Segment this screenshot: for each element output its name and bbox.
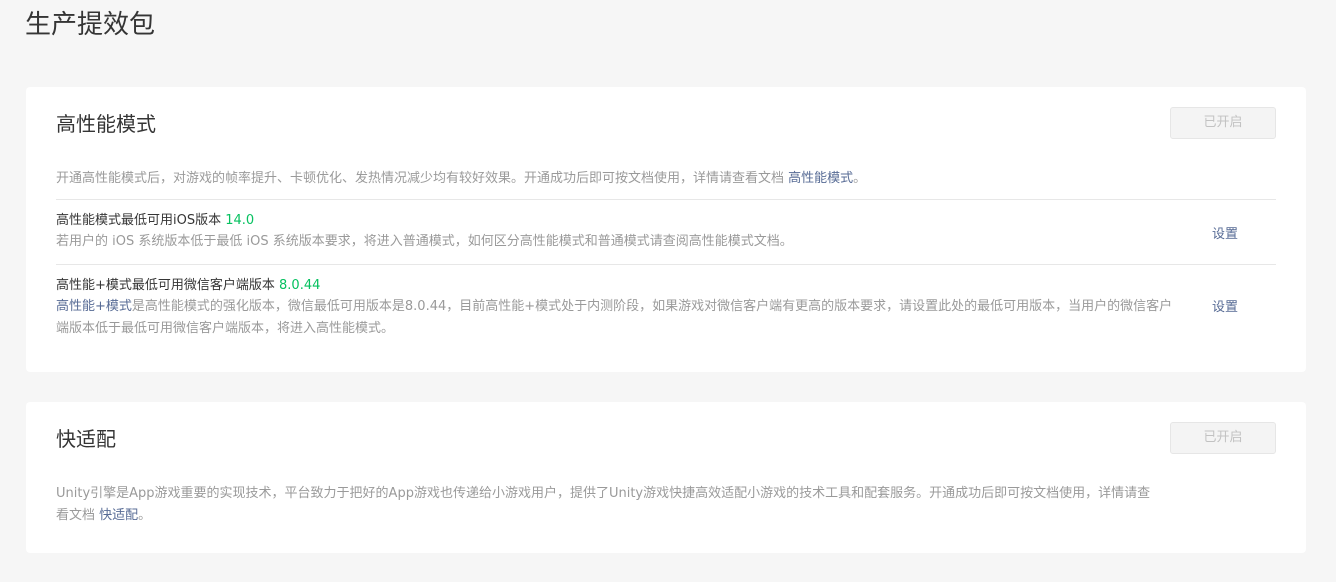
wechat-min-version-settings-link[interactable]: 设置 — [1212, 296, 1238, 315]
quick-adaptation-status-button[interactable]: 已开启 — [1170, 422, 1276, 454]
wechat-min-version-label: 高性能+模式最低可用微信客户端版本 — [56, 278, 280, 293]
performance-mode-description-text: 开通高性能模式后，对游戏的帧率提升、卡顿优化、发热情况减少均有较好效果。开通成功… — [56, 171, 789, 186]
page-title: 生产提效包 — [25, 10, 156, 40]
divider — [56, 264, 1276, 265]
quick-adaptation-description-end: 。 — [138, 508, 152, 523]
ios-min-version-heading: 高性能模式最低可用iOS版本 14.0 — [56, 211, 1276, 231]
performance-mode-card: 高性能模式 已开启 开通高性能模式后，对游戏的帧率提升、卡顿优化、发热情况减少均… — [26, 87, 1306, 372]
quick-adaptation-card: 快适配 已开启 Unity引擎是App游戏重要的实现技术，平台致力于把好的App… — [26, 402, 1306, 553]
ios-min-version-settings-link[interactable]: 设置 — [1212, 223, 1238, 242]
divider — [56, 199, 1276, 200]
wechat-min-version-value: 8.0.44 — [279, 278, 321, 293]
wechat-min-version-description: 高性能+模式是高性能模式的强化版本，微信最低可用版本是8.0.44，目前高性能+… — [56, 296, 1176, 340]
performance-mode-title: 高性能模式 — [56, 112, 156, 136]
ios-min-version-label: 高性能模式最低可用iOS版本 — [56, 213, 226, 228]
ios-min-version-description: 若用户的 iOS 系统版本低于最低 iOS 系统版本要求，将进入普通模式，如何区… — [56, 234, 793, 249]
performance-mode-description: 开通高性能模式后，对游戏的帧率提升、卡顿优化、发热情况减少均有较好效果。开通成功… — [56, 168, 1256, 190]
ios-min-version-value: 14.0 — [225, 213, 255, 228]
quick-adaptation-description-text: Unity引擎是App游戏重要的实现技术，平台致力于把好的App游戏也传递给小游… — [56, 486, 1151, 523]
wechat-min-version-heading: 高性能+模式最低可用微信客户端版本 8.0.44 — [56, 276, 1276, 296]
performance-mode-doc-link[interactable]: 高性能模式 — [788, 171, 853, 186]
wechat-min-version-row: 高性能+模式最低可用微信客户端版本 8.0.44 高性能+模式是高性能模式的强化… — [56, 276, 1276, 342]
performance-plus-mode-link[interactable]: 高性能+模式 — [56, 299, 132, 314]
ios-min-version-row: 高性能模式最低可用iOS版本 14.0 若用户的 iOS 系统版本低于最低 iO… — [56, 211, 1276, 255]
quick-adaptation-doc-link[interactable]: 快适配 — [99, 508, 138, 523]
performance-mode-status-button[interactable]: 已开启 — [1170, 107, 1276, 139]
wechat-min-version-description-text: 是高性能模式的强化版本，微信最低可用版本是8.0.44，目前高性能+模式处于内测… — [56, 299, 1173, 336]
quick-adaptation-title: 快适配 — [56, 427, 116, 451]
quick-adaptation-description: Unity引擎是App游戏重要的实现技术，平台致力于把好的App游戏也传递给小游… — [56, 483, 1156, 527]
performance-mode-description-end: 。 — [853, 171, 867, 186]
